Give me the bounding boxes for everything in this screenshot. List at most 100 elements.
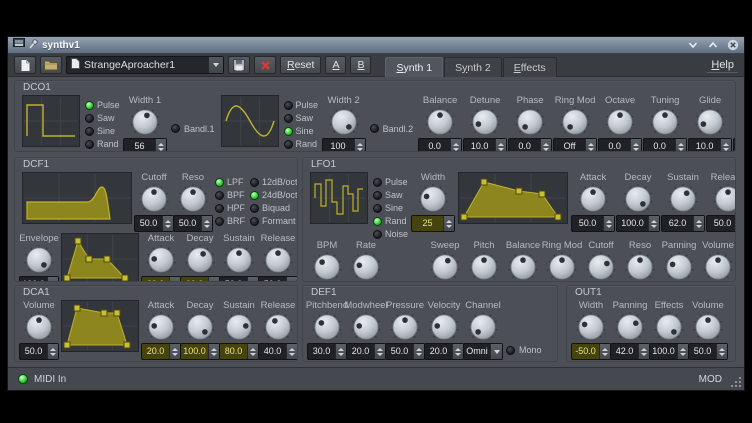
dco1-wave2-display[interactable] bbox=[221, 95, 279, 147]
phase-spin-buttons[interactable] bbox=[540, 139, 551, 152]
release-value[interactable]: 40.0 bbox=[259, 344, 286, 359]
panning-knob[interactable] bbox=[612, 312, 648, 342]
width-2-value[interactable]: 100 bbox=[323, 139, 354, 152]
radio-hpf[interactable]: HPF bbox=[215, 203, 245, 213]
modwheel-value[interactable]: 20.0 bbox=[347, 344, 374, 359]
radio-bpf[interactable]: BPF bbox=[215, 190, 245, 200]
pressure-knob[interactable] bbox=[387, 312, 423, 342]
balance-value[interactable]: 0.0 bbox=[419, 139, 450, 152]
attack-value[interactable]: 20.0 bbox=[142, 344, 169, 359]
width-spin-buttons[interactable] bbox=[599, 344, 610, 359]
velocity-spin-buttons[interactable] bbox=[452, 344, 463, 359]
velocity-knob[interactable] bbox=[426, 312, 462, 342]
channel-value[interactable]: Omni bbox=[464, 344, 490, 359]
attack-spin-buttons[interactable] bbox=[169, 344, 180, 359]
decay-value[interactable]: 100.0 bbox=[181, 344, 208, 359]
phase-knob[interactable] bbox=[512, 107, 548, 137]
cutoff-knob[interactable] bbox=[136, 184, 172, 214]
width-value[interactable]: 25 bbox=[412, 216, 443, 231]
attack-knob[interactable] bbox=[575, 184, 611, 214]
decay-spin-buttons[interactable] bbox=[648, 216, 659, 231]
octave-knob[interactable] bbox=[602, 107, 638, 137]
width-value[interactable]: -50.0 bbox=[572, 344, 599, 359]
decay-value[interactable]: 100.0 bbox=[617, 216, 648, 231]
octave-spin-buttons[interactable] bbox=[630, 139, 641, 152]
tuning-knob[interactable] bbox=[647, 107, 683, 137]
width-1-knob[interactable] bbox=[127, 107, 163, 137]
sustain-value[interactable]: 80.0 bbox=[220, 344, 247, 359]
radio-brf[interactable]: BRF bbox=[215, 216, 245, 226]
channel-dropdown-arrow[interactable] bbox=[490, 344, 502, 359]
radio-rand[interactable]: Rand bbox=[85, 139, 120, 149]
radio-noise[interactable]: Noise bbox=[373, 229, 408, 239]
dco1-wave1-display[interactable] bbox=[22, 95, 80, 147]
radio-lpf[interactable]: LPF bbox=[215, 177, 245, 187]
reso-knob[interactable] bbox=[175, 184, 211, 214]
width-knob[interactable] bbox=[573, 312, 609, 342]
sustain-value[interactable]: 50.0 bbox=[220, 277, 247, 282]
radio-rand[interactable]: Rand bbox=[284, 139, 319, 149]
phase-value[interactable]: 0.0 bbox=[509, 139, 540, 152]
pitchbend-knob[interactable] bbox=[309, 312, 345, 342]
volume-value[interactable]: 50.0 bbox=[689, 344, 716, 359]
swap-a-button[interactable]: A bbox=[325, 56, 346, 74]
attack-value[interactable]: 50.0 bbox=[572, 216, 603, 231]
velocity-value[interactable]: 20.0 bbox=[425, 344, 452, 359]
dcf1-envelope-display[interactable] bbox=[61, 233, 139, 282]
delete-preset-button[interactable] bbox=[254, 56, 276, 74]
glide-value[interactable]: 10.0 bbox=[689, 139, 720, 152]
radio-24db-oct[interactable]: 24dB/oct bbox=[250, 190, 298, 200]
detune-spin-buttons[interactable] bbox=[495, 139, 506, 152]
mono-toggle[interactable]: Mono bbox=[506, 345, 542, 355]
sustain-spin-buttons[interactable] bbox=[693, 216, 704, 231]
radio-sine[interactable]: Sine bbox=[373, 203, 408, 213]
sustain-knob[interactable] bbox=[221, 245, 257, 275]
reset-button[interactable]: Reset bbox=[280, 56, 321, 74]
dcf1-filter-display[interactable] bbox=[22, 172, 132, 224]
balance-knob[interactable] bbox=[505, 252, 541, 282]
radio-rand[interactable]: Rand bbox=[373, 216, 408, 226]
decay-value[interactable]: 60.0 bbox=[181, 277, 208, 282]
preset-dropdown-arrow[interactable] bbox=[208, 57, 223, 73]
release-knob[interactable] bbox=[260, 245, 296, 275]
close-button[interactable] bbox=[726, 39, 739, 52]
sustain-spin-buttons[interactable] bbox=[247, 344, 258, 359]
glide-knob[interactable] bbox=[692, 107, 728, 137]
env-time-value[interactable]: 50.0 bbox=[734, 139, 736, 152]
radio-saw[interactable]: Saw bbox=[85, 113, 120, 123]
radio-pulse[interactable]: Pulse bbox=[85, 100, 120, 110]
sustain-value[interactable]: 62.0 bbox=[662, 216, 693, 231]
attack-knob[interactable] bbox=[143, 312, 179, 342]
reso-spin-buttons[interactable] bbox=[201, 216, 212, 231]
width-1-value[interactable]: 56 bbox=[124, 139, 155, 152]
release-value[interactable]: 50.0 bbox=[259, 277, 286, 282]
pressure-spin-buttons[interactable] bbox=[413, 344, 424, 359]
volume-spin-buttons[interactable] bbox=[47, 344, 58, 359]
cutoff-knob[interactable] bbox=[583, 252, 619, 282]
release-spin-buttons[interactable] bbox=[286, 344, 297, 359]
dca1-envelope-display[interactable] bbox=[61, 300, 139, 352]
bandl-1-toggle[interactable]: Bandl.1 bbox=[171, 124, 215, 134]
preset-combobox[interactable]: StrangeAproacher1 bbox=[66, 56, 224, 74]
tuning-value[interactable]: 0.0 bbox=[644, 139, 675, 152]
tuning-spin-buttons[interactable] bbox=[675, 139, 686, 152]
maximize-button[interactable] bbox=[706, 39, 719, 52]
cutoff-value[interactable]: 50.0 bbox=[135, 216, 162, 231]
radio-biquad[interactable]: Biquad bbox=[250, 203, 298, 213]
sustain-spin-buttons[interactable] bbox=[247, 277, 258, 282]
envelope-spin-buttons[interactable] bbox=[47, 277, 58, 282]
sustain-knob[interactable] bbox=[665, 184, 701, 214]
radio-sine[interactable]: Sine bbox=[284, 126, 319, 136]
decay-knob[interactable] bbox=[182, 245, 218, 275]
release-knob[interactable] bbox=[260, 312, 296, 342]
ring-mod-value[interactable]: Off bbox=[554, 139, 585, 152]
help-button[interactable]: Help bbox=[707, 58, 738, 73]
attack-value[interactable]: 20.0 bbox=[142, 277, 169, 282]
modwheel-spin-buttons[interactable] bbox=[374, 344, 385, 359]
radio-saw[interactable]: Saw bbox=[373, 190, 408, 200]
volume-knob[interactable] bbox=[690, 312, 726, 342]
bpm-knob[interactable] bbox=[309, 252, 345, 282]
tab-synth1[interactable]: Synth 1 bbox=[385, 57, 443, 77]
pin-icon[interactable] bbox=[29, 36, 38, 54]
effects-knob[interactable] bbox=[651, 312, 687, 342]
